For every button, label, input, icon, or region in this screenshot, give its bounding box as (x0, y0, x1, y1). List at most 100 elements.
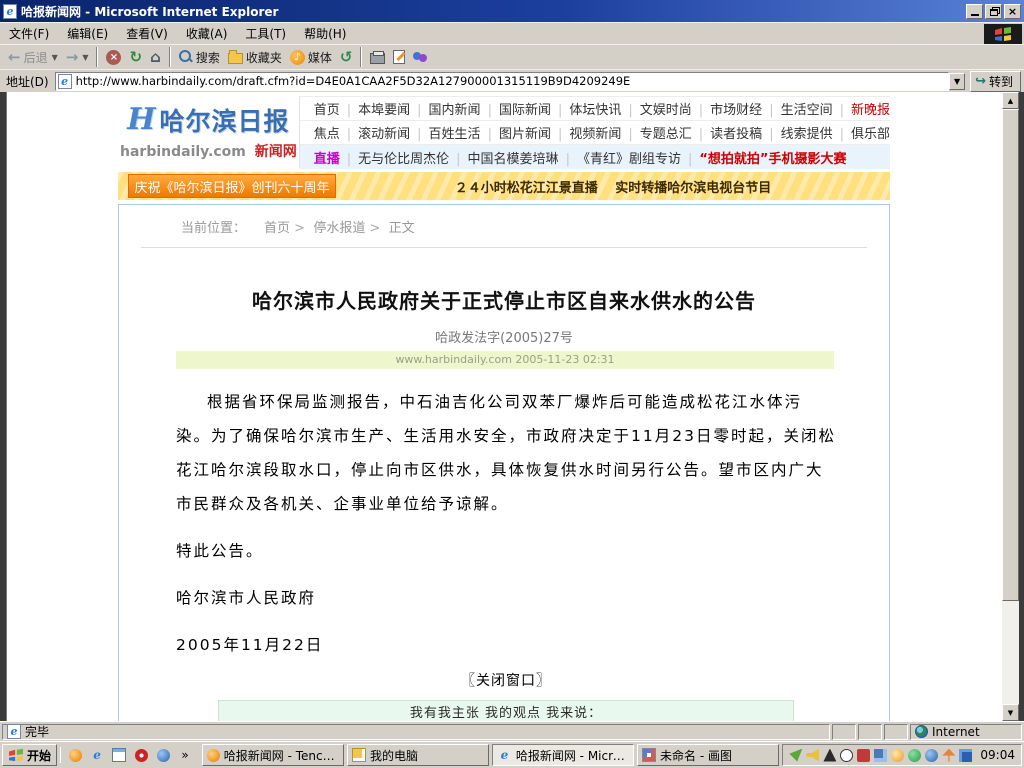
stop-button[interactable]: × (102, 48, 125, 67)
title-bar: e 哈报新闻网 - Microsoft Internet Explorer × (0, 0, 1024, 22)
nav-model[interactable]: 中国名模姜培琳 (449, 148, 558, 167)
minimize-button[interactable] (966, 4, 983, 19)
quicklaunch-mail-icon[interactable] (111, 747, 127, 763)
nav-live[interactable]: 直播 (314, 148, 340, 167)
quicklaunch-maxthon-icon[interactable] (133, 747, 149, 763)
quicklaunch-media-player-icon[interactable] (155, 747, 171, 763)
tray-icon-messenger[interactable] (823, 749, 836, 762)
search-button[interactable]: 搜索 (175, 47, 224, 68)
nav-photo-contest[interactable]: “想拍就拍”手机摄影大赛 (681, 148, 846, 167)
nav-jay-chou[interactable]: 无与伦比周杰伦 (340, 148, 449, 167)
refresh-icon: ↻ (129, 48, 142, 66)
task-button-ie-active[interactable]: e 哈报新闻网 - Micros... (492, 744, 634, 766)
nav-domestic-news[interactable]: 国内新闻 (410, 99, 480, 118)
banner-anniversary[interactable]: 庆祝《哈尔滨日报》创刊六十周年 (128, 174, 336, 198)
nav-video-news[interactable]: 视频新闻 (551, 123, 621, 142)
nav-rolling-news[interactable]: 滚动新闻 (340, 123, 410, 142)
tray-icon-update[interactable] (891, 749, 904, 762)
url-text[interactable]: http://www.harbindaily.com/draft.cfm?id=… (76, 74, 631, 88)
tray-icon-umbrella[interactable] (942, 749, 955, 762)
forward-button[interactable]: → ▼ (62, 48, 93, 66)
back-button[interactable]: ← 后退 ▼ (4, 47, 62, 68)
breadcrumb-home[interactable]: 首页 (264, 221, 290, 236)
nav-sports[interactable]: 体坛快讯 (551, 99, 621, 118)
vertical-scrollbar[interactable]: ▲ ▼ (1002, 92, 1019, 721)
history-icon: ↺ (340, 48, 353, 66)
nav-local-news[interactable]: 本埠要闻 (340, 99, 410, 118)
address-input[interactable]: e http://www.harbindaily.com/draft.cfm?i… (55, 72, 949, 91)
tray-icon-volume[interactable] (806, 749, 819, 762)
close-window-link[interactable]: 〖关闭窗口〗 (176, 670, 836, 692)
nav-life[interactable]: 生活空间 (762, 99, 832, 118)
task-button-paint[interactable]: 未命名 - 画图 (637, 744, 779, 766)
menu-help[interactable]: 帮助(H) (295, 22, 355, 45)
promo-banner[interactable]: 庆祝《哈尔滨日报》创刊六十周年 ２４小时松花江江景直播 实时转播哈尔滨电视台节目 (118, 172, 890, 200)
home-button[interactable]: ⌂ (146, 46, 165, 68)
back-dropdown-icon[interactable]: ▼ (52, 53, 58, 62)
scrollbar-thumb[interactable] (1002, 109, 1019, 601)
task-label: 我的电脑 (370, 747, 418, 764)
tray-icon-qq[interactable] (908, 749, 921, 762)
breadcrumb-section[interactable]: 停水报道 (290, 221, 365, 236)
nav-evening-paper[interactable]: 新晚报 (833, 99, 890, 118)
article-container: 当前位置：首页停水报道正文 哈尔滨市人民政府关于正式停止市区自来水供水的公告 哈… (118, 204, 890, 721)
tray-icon-windows-security[interactable] (959, 749, 972, 762)
print-button[interactable] (366, 49, 389, 66)
banner-live-broadcast[interactable]: ２４小时松花江江景直播 实时转播哈尔滨电视台节目 (336, 177, 890, 196)
article-signature: 哈尔滨市人民政府 (176, 581, 836, 615)
edit-button[interactable] (389, 48, 409, 66)
nav-finance[interactable]: 市场财经 (692, 99, 762, 118)
nav-people-life[interactable]: 百姓生活 (410, 123, 480, 142)
tray-icon-recorder[interactable] (857, 749, 870, 762)
nav-focus[interactable]: 焦点 (314, 123, 340, 142)
menu-file[interactable]: 文件(F) (0, 22, 58, 45)
quicklaunch-overflow-chevron[interactable]: » (177, 747, 193, 763)
history-button[interactable]: ↺ (336, 46, 357, 68)
menu-edit[interactable]: 编辑(E) (58, 22, 117, 45)
nav-specials[interactable]: 专题总汇 (621, 123, 691, 142)
status-page-icon: e (7, 724, 21, 739)
nav-home[interactable]: 首页 (314, 99, 340, 118)
nav-photo-news[interactable]: 图片新闻 (481, 123, 551, 142)
scroll-up-button[interactable]: ▲ (1002, 92, 1019, 109)
ie-icon: e (497, 747, 512, 763)
nav-club[interactable]: 俱乐部 (833, 123, 890, 142)
task-button-tt-browser[interactable]: 哈报新闻网 - Tence... (202, 744, 344, 766)
taskbar-clock[interactable]: 09:04 (980, 748, 1015, 762)
article-title: 哈尔滨市人民政府关于正式停止市区自来水供水的公告 (119, 285, 889, 314)
tray-icon-antivirus[interactable] (789, 749, 802, 762)
address-dropdown-button[interactable]: ▼ (949, 73, 965, 90)
nav-row-1: 首页 本埠要闻 国内新闻 国际新闻 体坛快讯 文娱时尚 市场财经 生活空间 新晚… (300, 97, 890, 121)
forward-dropdown-icon[interactable]: ▼ (82, 53, 88, 62)
go-button[interactable]: ↪ 转到 (970, 71, 1021, 92)
quicklaunch-ie-icon[interactable]: e (89, 747, 105, 763)
nav-reader-submit[interactable]: 读者投稿 (692, 123, 762, 142)
scroll-down-button[interactable]: ▼ (1002, 704, 1019, 721)
address-bar: 地址(D) e http://www.harbindaily.com/draft… (0, 69, 1024, 92)
start-button[interactable]: 开始 (2, 744, 57, 766)
favorites-button[interactable]: 收藏夹 (224, 47, 286, 68)
messenger-button[interactable] (409, 48, 432, 67)
tray-icon-browser[interactable] (925, 749, 938, 762)
menu-favorites[interactable]: 收藏(A) (177, 22, 237, 45)
nav-qinghong[interactable]: 《青红》剧组专访 (559, 148, 681, 167)
close-button[interactable]: × (1004, 4, 1021, 19)
internet-zone-label: Internet (932, 725, 980, 739)
menu-tools[interactable]: 工具(T) (236, 22, 295, 45)
comment-bar[interactable]: 我有我主张 我的观点 我来说： (218, 700, 794, 721)
site-logo[interactable]: H 哈尔滨日报 harbindaily.com 新闻网 (118, 96, 300, 168)
media-button[interactable]: ♪ 媒体 (286, 47, 336, 68)
stop-icon: × (106, 50, 121, 65)
nav-tips[interactable]: 线索提供 (762, 123, 832, 142)
nav-entertainment[interactable]: 文娱时尚 (621, 99, 691, 118)
restore-button[interactable] (985, 4, 1002, 19)
task-button-my-computer[interactable]: 我的电脑 (347, 744, 489, 766)
tt-browser-icon (207, 749, 220, 762)
nav-intl-news[interactable]: 国际新闻 (481, 99, 551, 118)
refresh-button[interactable]: ↻ (125, 46, 146, 68)
tray-icon-clock[interactable] (840, 749, 853, 762)
menu-view[interactable]: 查看(V) (117, 22, 177, 45)
my-computer-icon (352, 748, 366, 762)
tray-icon-network[interactable] (874, 749, 887, 762)
quicklaunch-tt-browser-icon[interactable] (67, 747, 83, 763)
